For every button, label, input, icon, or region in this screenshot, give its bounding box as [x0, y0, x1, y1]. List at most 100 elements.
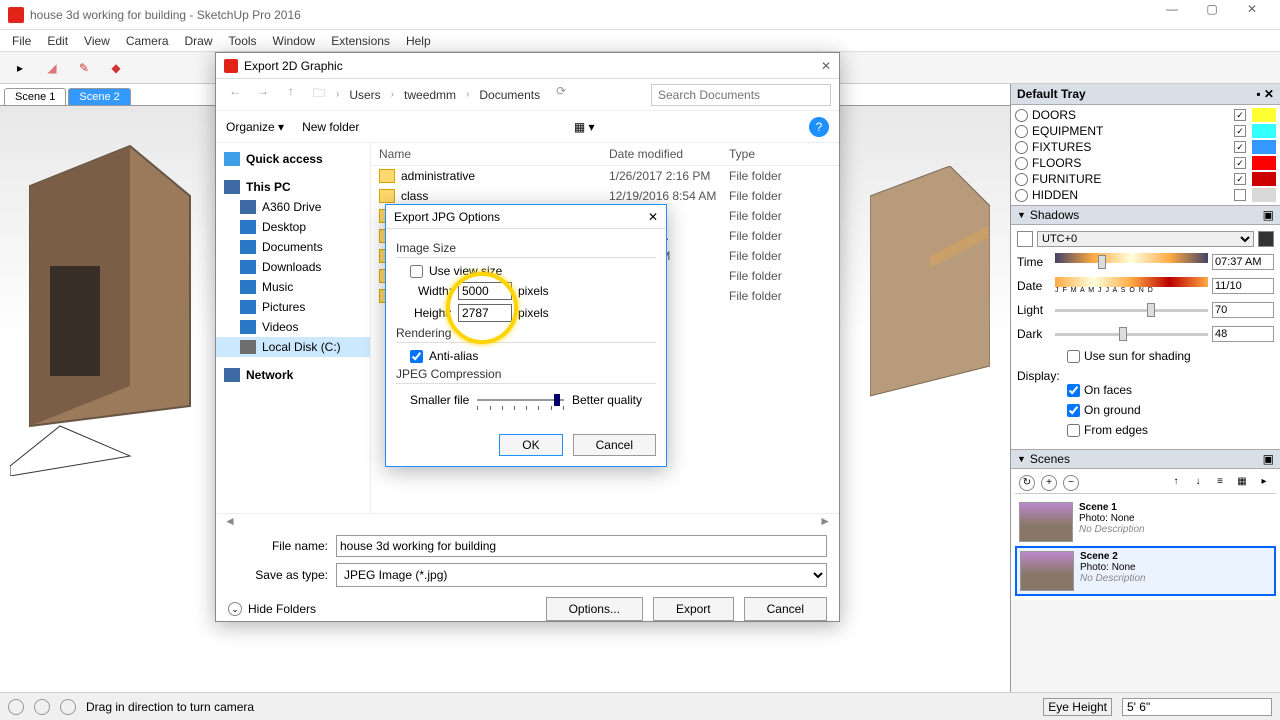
scroll-right-icon[interactable]: ► [819, 514, 831, 527]
menu-extensions[interactable]: Extensions [323, 32, 398, 50]
minimize-button[interactable]: — [1152, 2, 1192, 28]
width-input[interactable] [458, 282, 512, 300]
layer-swatch[interactable] [1252, 188, 1276, 202]
menu-file[interactable]: File [4, 32, 39, 50]
options-button[interactable]: Options... [546, 597, 643, 621]
layer-radio[interactable] [1015, 109, 1028, 122]
forward-icon[interactable]: → [252, 84, 274, 106]
close-icon[interactable]: ✕ [648, 210, 658, 224]
up-icon[interactable]: ↑ [280, 84, 302, 106]
anti-alias-checkbox[interactable] [410, 350, 423, 363]
status-icon[interactable] [8, 699, 24, 715]
new-folder-button[interactable]: New folder [302, 120, 359, 134]
on-ground-checkbox[interactable] [1067, 404, 1080, 417]
menu-tools[interactable]: Tools [221, 32, 265, 50]
scene-tab-2[interactable]: Scene 2 [68, 88, 130, 105]
organize-button[interactable]: Organize ▾ [226, 120, 284, 134]
layer-visible-checkbox[interactable] [1234, 189, 1246, 201]
search-input[interactable] [651, 84, 831, 106]
view-mode-icon[interactable]: ▦ ▾ [574, 120, 595, 134]
breadcrumb[interactable]: tweedmm [400, 88, 460, 102]
file-row[interactable]: class12/19/2016 8:54 AMFile folder [371, 186, 839, 206]
col-name[interactable]: Name [379, 147, 609, 161]
scene-item[interactable]: Scene 2 Photo: None No Description [1015, 546, 1276, 596]
breadcrumb[interactable]: Users [345, 88, 384, 102]
layer-swatch[interactable] [1252, 108, 1276, 122]
eye-height-input[interactable] [1122, 698, 1272, 716]
shadow-info-icon[interactable] [1258, 231, 1274, 247]
scene-refresh-icon[interactable]: ↻ [1019, 475, 1035, 491]
menu-edit[interactable]: Edit [39, 32, 76, 50]
maximize-button[interactable]: ▢ [1192, 2, 1232, 28]
menu-camera[interactable]: Camera [118, 32, 177, 50]
layer-visible-checkbox[interactable] [1234, 125, 1246, 137]
date-slider[interactable]: J F M A M J J A S O N D [1055, 277, 1208, 295]
status-icon[interactable] [60, 699, 76, 715]
layer-visible-checkbox[interactable] [1234, 109, 1246, 121]
scene-add-icon[interactable]: + [1041, 475, 1057, 491]
sidebar-item[interactable]: Pictures [216, 297, 370, 317]
close-icon[interactable]: ✕ [821, 59, 831, 73]
sidebar-item-thispc[interactable]: This PC [216, 177, 370, 197]
menu-help[interactable]: Help [398, 32, 439, 50]
light-slider[interactable] [1055, 301, 1208, 319]
close-icon[interactable]: ▣ [1263, 452, 1274, 466]
chevron-down-icon[interactable]: ⌄ [228, 602, 242, 616]
from-edges-checkbox[interactable] [1067, 424, 1080, 437]
shadows-panel-header[interactable]: ▼Shadows▣ [1011, 205, 1280, 225]
cancel-button[interactable]: Cancel [744, 597, 827, 621]
bucket-tool-icon[interactable]: ◆ [102, 55, 130, 81]
layer-radio[interactable] [1015, 189, 1028, 202]
cancel-button[interactable]: Cancel [573, 434, 656, 456]
back-icon[interactable]: ← [224, 84, 246, 106]
timezone-select[interactable]: UTC+0 [1037, 231, 1254, 247]
select-tool-icon[interactable]: ▸ [6, 55, 34, 81]
layer-swatch[interactable] [1252, 172, 1276, 186]
layer-radio[interactable] [1015, 173, 1028, 186]
use-view-size-checkbox[interactable] [410, 265, 423, 278]
eraser-tool-icon[interactable]: ◢ [38, 55, 66, 81]
hide-folders-button[interactable]: Hide Folders [248, 602, 316, 616]
scene-tab-1[interactable]: Scene 1 [4, 88, 66, 105]
scene-item[interactable]: Scene 1 Photo: None No Description [1015, 498, 1276, 546]
layer-swatch[interactable] [1252, 140, 1276, 154]
sidebar-item-network[interactable]: Network [216, 365, 370, 385]
close-button[interactable]: ✕ [1232, 2, 1272, 28]
dark-input[interactable] [1212, 326, 1274, 342]
pencil-tool-icon[interactable]: ✎ [70, 55, 98, 81]
sidebar-item-quickaccess[interactable]: Quick access [216, 149, 370, 169]
menu-view[interactable]: View [76, 32, 118, 50]
dark-slider[interactable] [1055, 325, 1208, 343]
breadcrumb[interactable]: Documents [475, 88, 544, 102]
layer-visible-checkbox[interactable] [1234, 157, 1246, 169]
scenes-panel-header[interactable]: ▼Scenes▣ [1011, 449, 1280, 469]
savetype-select[interactable]: JPEG Image (*.jpg) [336, 563, 827, 587]
file-row[interactable]: administrative1/26/2017 2:16 PMFile fold… [371, 166, 839, 186]
filename-input[interactable] [336, 535, 827, 557]
scroll-left-icon[interactable]: ◄ [224, 514, 236, 527]
layer-visible-checkbox[interactable] [1234, 173, 1246, 185]
layer-radio[interactable] [1015, 141, 1028, 154]
close-icon[interactable]: ▣ [1263, 208, 1274, 222]
layer-radio[interactable] [1015, 125, 1028, 138]
on-faces-checkbox[interactable] [1067, 384, 1080, 397]
shadow-toggle-icon[interactable] [1017, 231, 1033, 247]
export-button[interactable]: Export [653, 597, 734, 621]
col-type[interactable]: Type [729, 147, 755, 161]
sidebar-item-localdisk[interactable]: Local Disk (C:) [216, 337, 370, 357]
refresh-icon[interactable]: ⟳ [550, 84, 572, 106]
help-icon[interactable]: ? [809, 117, 829, 137]
sidebar-item[interactable]: Desktop [216, 217, 370, 237]
sidebar-item[interactable]: Downloads [216, 257, 370, 277]
layer-visible-checkbox[interactable] [1234, 141, 1246, 153]
menu-window[interactable]: Window [265, 32, 324, 50]
light-input[interactable] [1212, 302, 1274, 318]
col-date[interactable]: Date modified [609, 147, 729, 161]
quality-slider[interactable] [477, 390, 564, 410]
time-input[interactable] [1212, 254, 1274, 270]
layer-radio[interactable] [1015, 157, 1028, 170]
scene-remove-icon[interactable]: − [1063, 475, 1079, 491]
menu-draw[interactable]: Draw [177, 32, 221, 50]
sidebar-item[interactable]: Documents [216, 237, 370, 257]
tray-pin-icon[interactable]: ▪ ✕ [1256, 87, 1274, 101]
